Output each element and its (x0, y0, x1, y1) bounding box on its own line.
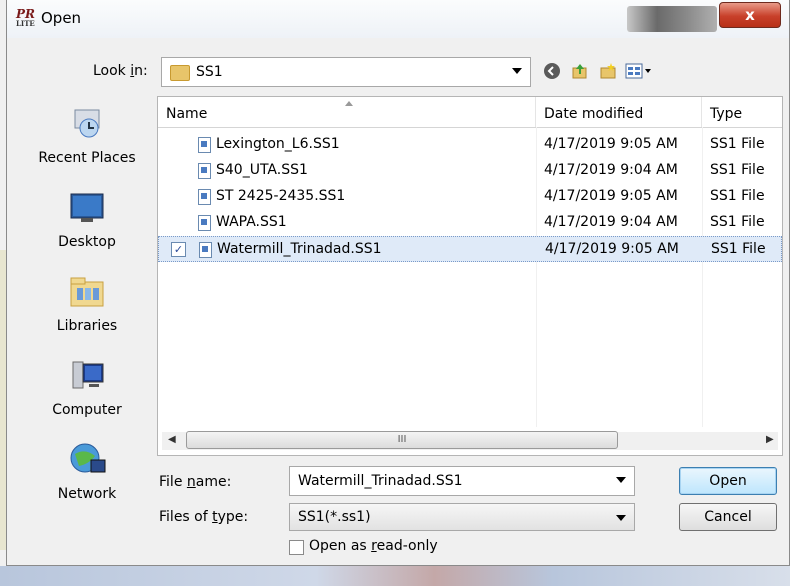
look-in-value: SS1 (196, 64, 223, 80)
places-bar: Recent Places Desktop Libraries Computer… (23, 96, 151, 526)
chevron-down-icon (616, 515, 626, 521)
titlebar-blurred-area (627, 6, 717, 32)
open-button[interactable]: Open (679, 467, 777, 495)
horizontal-scrollbar[interactable]: ◀ III ▶ (158, 427, 782, 455)
file-row[interactable]: WAPA.SS1 4/17/2019 9:04 AM SS1 File (158, 210, 782, 236)
files-of-type-value: SS1(*.ss1) (298, 509, 371, 525)
app-icon: PR LITE (16, 7, 35, 28)
file-name: WAPA.SS1 (216, 214, 287, 230)
chevron-down-icon (616, 477, 626, 483)
file-type: SS1 File (710, 214, 765, 230)
column-header-type[interactable]: Type (702, 97, 784, 127)
place-desktop[interactable]: Desktop (23, 190, 151, 250)
file-name-label: File name: (159, 474, 232, 490)
cancel-button[interactable]: Cancel (679, 503, 777, 531)
close-button[interactable]: x (719, 2, 781, 28)
look-in-label: Look in: (93, 63, 148, 79)
file-date: 4/17/2019 9:05 AM (544, 136, 678, 152)
file-icon (198, 137, 211, 153)
files-of-type-combo[interactable]: SS1(*.ss1) (289, 503, 635, 531)
column-header-row: Name Date modified Type (158, 97, 782, 128)
place-computer[interactable]: Computer (23, 358, 151, 418)
place-label: Recent Places (38, 150, 136, 166)
file-type: SS1 File (710, 188, 765, 204)
place-network[interactable]: Network (23, 442, 151, 502)
file-row[interactable]: ST 2425-2435.SS1 4/17/2019 9:05 AM SS1 F… (158, 184, 782, 210)
libraries-icon (70, 277, 104, 307)
up-folder-icon[interactable] (571, 62, 589, 80)
scroll-thumb[interactable]: III (186, 431, 618, 449)
file-name: ST 2425-2435.SS1 (216, 188, 346, 204)
file-row-selected[interactable]: ✓ Watermill_Trinadad.SS1 4/17/2019 9:05 … (158, 236, 782, 262)
file-type: SS1 File (711, 241, 766, 257)
read-only-checkbox[interactable] (289, 540, 304, 555)
files-of-type-label: Files of type: (159, 509, 249, 525)
recent-places-icon (74, 109, 100, 138)
read-only-label[interactable]: Open as read-only (309, 538, 438, 554)
desktop-icon (70, 193, 104, 222)
place-recent-places[interactable]: Recent Places (23, 106, 151, 166)
file-date: 4/17/2019 9:04 AM (544, 214, 678, 230)
place-label: Network (57, 486, 117, 502)
title-bar[interactable]: PR LITE Open x (7, 0, 789, 38)
file-name: S40_UTA.SS1 (216, 162, 308, 178)
column-header-date[interactable]: Date modified (536, 97, 702, 127)
computer-icon (72, 361, 104, 389)
file-name: Watermill_Trinadad.SS1 (217, 241, 382, 257)
file-icon (198, 189, 211, 205)
file-date: 4/17/2019 9:04 AM (544, 162, 678, 178)
chevron-down-icon (512, 68, 522, 74)
scroll-right-arrow-icon[interactable]: ▶ (766, 434, 774, 445)
window-title: Open (41, 9, 82, 27)
file-row[interactable]: S40_UTA.SS1 4/17/2019 9:04 AM SS1 File (158, 158, 782, 184)
sort-up-icon (345, 101, 353, 106)
file-type: SS1 File (710, 136, 765, 152)
look-in-combo[interactable]: SS1 (161, 57, 531, 87)
file-date: 4/17/2019 9:05 AM (544, 188, 678, 204)
file-icon (198, 215, 211, 231)
row-checkbox[interactable]: ✓ (171, 242, 186, 257)
file-date: 4/17/2019 9:05 AM (545, 241, 679, 257)
file-icon (199, 242, 212, 258)
place-label: Desktop (58, 234, 116, 250)
open-dialog: PR LITE Open x Look in: SS1 Recent Places… (6, 0, 790, 566)
file-name-input[interactable]: Watermill_Trinadad.SS1 (298, 473, 463, 489)
background-desktop (0, 566, 790, 586)
folder-icon (170, 65, 190, 81)
file-name-combo[interactable]: Watermill_Trinadad.SS1 (289, 466, 635, 496)
place-label: Computer (52, 402, 122, 418)
scroll-left-arrow-icon[interactable]: ◀ (168, 434, 176, 445)
file-type: SS1 File (710, 162, 765, 178)
file-icon (198, 163, 211, 179)
place-label: Libraries (56, 318, 118, 334)
back-icon[interactable] (543, 62, 561, 80)
file-row[interactable]: Lexington_L6.SS1 4/17/2019 9:05 AM SS1 F… (158, 132, 782, 158)
place-libraries[interactable]: Libraries (23, 274, 151, 334)
network-icon (70, 443, 106, 473)
new-folder-icon[interactable] (599, 62, 617, 80)
view-menu-icon[interactable] (625, 62, 653, 80)
file-list[interactable]: Name Date modified Type Lexington_L6.SS1… (157, 96, 783, 456)
file-name: Lexington_L6.SS1 (216, 136, 340, 152)
